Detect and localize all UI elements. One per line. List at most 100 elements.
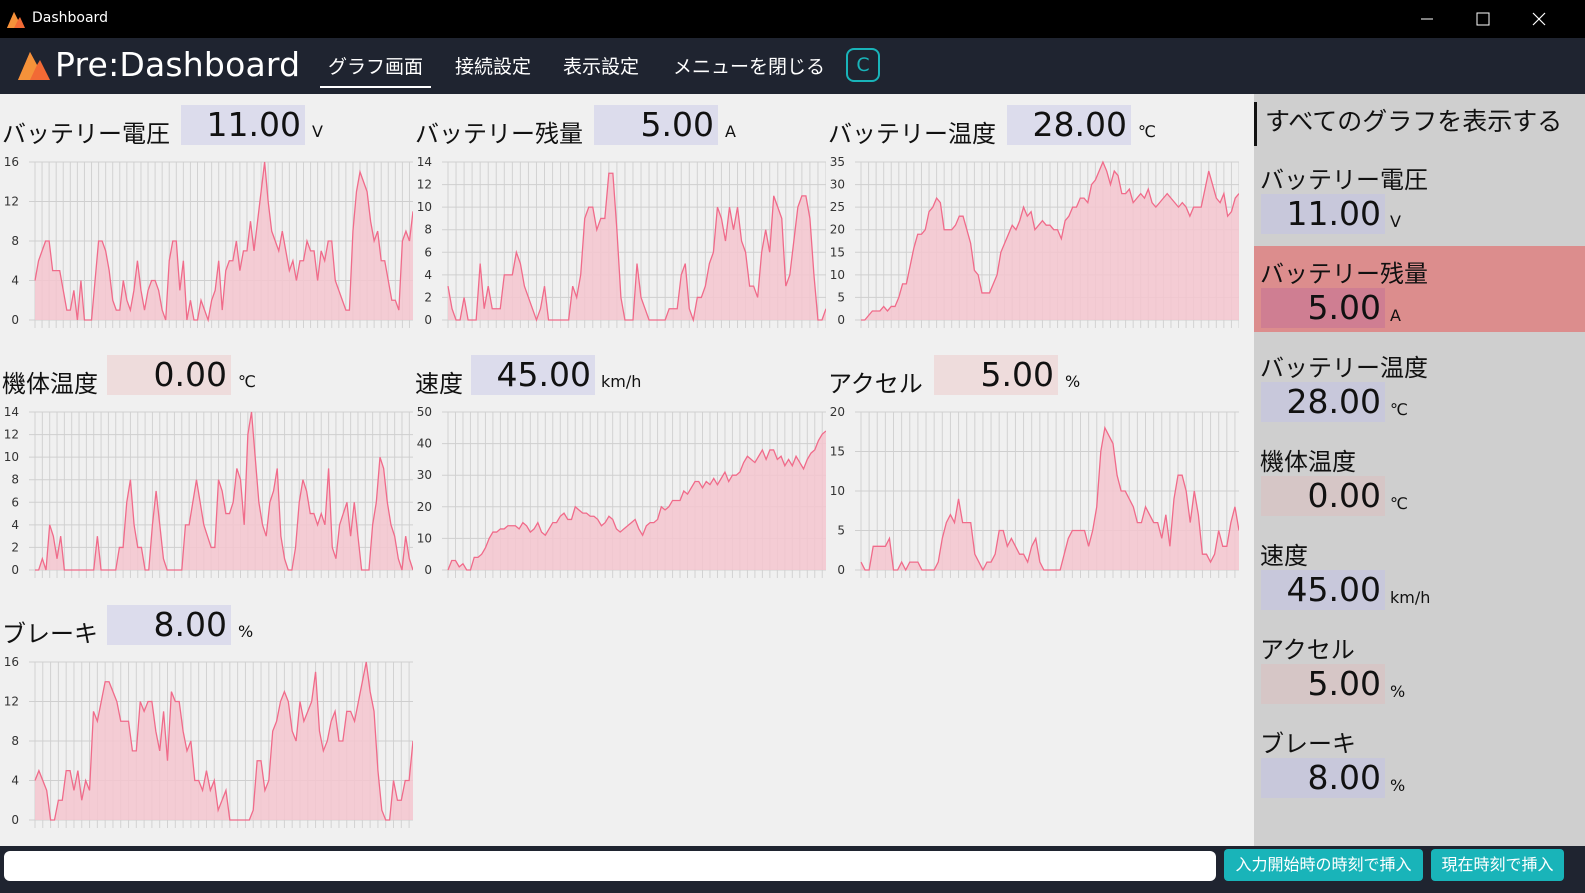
y-tick-label: 0 (11, 563, 19, 577)
y-tick-label: 4 (11, 518, 19, 532)
nav-close-menu[interactable]: メニューを閉じる (668, 52, 830, 88)
y-tick-label: 20 (830, 223, 845, 237)
panel-label: アクセル (828, 370, 923, 398)
y-tick-label: 0 (11, 313, 19, 327)
sidebar-item-unit: ℃ (1390, 494, 1408, 513)
panel-battery-voltage: バッテリー電圧 11.00 V 0 4 8 12 16 (0, 94, 413, 344)
y-tick-label: 30 (830, 178, 845, 192)
sidebar-item-brake[interactable]: ブレーキ 8.00 % (1254, 716, 1585, 802)
panel-value: 8.00 (107, 605, 231, 645)
y-tick-label: 10 (417, 531, 432, 545)
panel-unit: % (238, 622, 254, 641)
y-tick-label: 16 (4, 155, 19, 169)
y-tick-label: 4 (11, 274, 19, 288)
battery-temp-chart: 0 5 10 15 20 25 30 35 (830, 155, 1239, 328)
sidebar-item-label: ブレーキ (1260, 730, 1356, 758)
nav-connection[interactable]: 接続設定 (452, 52, 534, 88)
panel-label: ブレーキ (2, 620, 98, 648)
panel-label: 機体温度 (2, 370, 98, 398)
y-tick-label: 8 (11, 734, 19, 748)
panel-unit: ℃ (238, 372, 256, 391)
y-tick-label: 10 (4, 450, 19, 464)
insert-start-time-button[interactable]: 入力開始時の時刻で挿入 (1224, 849, 1423, 881)
series-area (35, 412, 413, 570)
panel-unit: ℃ (1138, 122, 1156, 141)
y-tick-label: 2 (424, 290, 432, 304)
sidebar-item-unit: V (1390, 212, 1401, 231)
brake-chart: 0 4 8 12 16 (4, 655, 413, 828)
insert-current-time-button[interactable]: 現在時刻で挿入 (1431, 849, 1564, 881)
y-tick-label: 12 (417, 178, 432, 192)
panel-label: バッテリー電圧 (2, 120, 170, 148)
y-tick-label: 40 (417, 437, 432, 451)
y-tick-label: 12 (4, 195, 19, 209)
sidebar-item-label: バッテリー電圧 (1260, 166, 1428, 194)
show-all-graphs-button[interactable]: すべてのグラフを表示する (1254, 102, 1585, 146)
panel-value: 45.00 (471, 355, 595, 395)
y-tick-label: 20 (417, 500, 432, 514)
panel-unit: V (312, 122, 323, 141)
sidebar-item-accel[interactable]: アクセル 5.00 % (1254, 622, 1585, 708)
panel-body-temp: 機体温度 0.00 ℃ 0 2 4 6 8 10 12 14 (0, 344, 413, 594)
sidebar-item-battery-temp[interactable]: バッテリー温度 28.00 ℃ (1254, 340, 1585, 426)
app-brand: Pre:Dashboard (55, 45, 301, 84)
maximize-icon (1476, 12, 1490, 26)
minimize-icon (1421, 18, 1433, 20)
sidebar-item-unit: A (1390, 306, 1401, 325)
y-tick-label: 6 (11, 495, 19, 509)
panel-accel: アクセル 5.00 % 0 5 10 15 20 (826, 344, 1239, 594)
speed-chart: 0 10 20 30 40 50 (417, 405, 826, 578)
panel-unit: km/h (601, 372, 642, 391)
log-input[interactable] (4, 851, 1216, 881)
sidebar-item-value: 11.00 (1261, 194, 1385, 234)
y-tick-label: 5 (837, 524, 845, 538)
body-temp-chart: 0 2 4 6 8 10 12 14 (4, 405, 413, 578)
sidebar-item-unit: % (1390, 682, 1406, 701)
sidebar-item-unit: km/h (1390, 588, 1431, 607)
y-tick-label: 10 (830, 484, 845, 498)
y-tick-label: 50 (417, 405, 432, 419)
sidebar-item-unit: % (1390, 776, 1406, 795)
panel-unit: A (725, 122, 736, 141)
y-tick-label: 16 (4, 655, 19, 669)
sidebar-item-battery-current[interactable]: バッテリー残量 5.00 A (1254, 246, 1585, 332)
sidebar-item-value: 28.00 (1261, 382, 1385, 422)
sidebar-item-value: 8.00 (1261, 758, 1385, 798)
c-button[interactable]: C (846, 48, 880, 82)
panel-value: 0.00 (107, 355, 231, 395)
sidebar-item-label: バッテリー残量 (1260, 260, 1428, 288)
close-button[interactable] (1511, 0, 1567, 38)
sidebar-item-body-temp[interactable]: 機体温度 0.00 ℃ (1254, 434, 1585, 520)
sidebar-item-unit: ℃ (1390, 400, 1408, 419)
maximize-button[interactable] (1455, 0, 1511, 38)
y-tick-label: 14 (4, 405, 19, 419)
panel-value: 5.00 (934, 355, 1058, 395)
battery-current-chart: 0 2 4 6 8 10 12 14 (417, 155, 826, 328)
sidebar-item-value: 5.00 (1261, 664, 1385, 704)
battery-voltage-chart: 0 4 8 12 16 (4, 155, 413, 328)
sidebar-item-battery-voltage[interactable]: バッテリー電圧 11.00 V (1254, 152, 1585, 238)
y-tick-label: 0 (424, 563, 432, 577)
y-tick-label: 0 (837, 313, 845, 327)
y-tick-label: 8 (424, 223, 432, 237)
window-title: Dashboard (32, 10, 108, 26)
panel-label: 速度 (415, 370, 463, 398)
nav-display[interactable]: 表示設定 (560, 52, 642, 88)
y-tick-label: 10 (417, 200, 432, 214)
panel-unit: % (1065, 372, 1081, 391)
sidebar-item-speed[interactable]: 速度 45.00 km/h (1254, 528, 1585, 614)
panel-value: 28.00 (1007, 105, 1131, 145)
y-tick-label: 4 (424, 268, 432, 282)
sidebar-item-label: 機体温度 (1260, 448, 1356, 476)
y-tick-label: 0 (11, 813, 19, 827)
minimize-button[interactable] (1399, 0, 1455, 38)
sidebar-item-value: 5.00 (1261, 288, 1385, 328)
y-tick-label: 25 (830, 200, 845, 214)
sidebar-item-label: アクセル (1260, 636, 1355, 664)
y-tick-label: 10 (830, 268, 845, 282)
y-tick-label: 15 (830, 445, 845, 459)
y-tick-label: 4 (11, 774, 19, 788)
app-navbar: Pre:Dashboard グラフ画面 接続設定 表示設定 メニューを閉じる C (0, 38, 1585, 94)
panel-value: 11.00 (181, 105, 305, 145)
nav-graph[interactable]: グラフ画面 (320, 52, 431, 88)
